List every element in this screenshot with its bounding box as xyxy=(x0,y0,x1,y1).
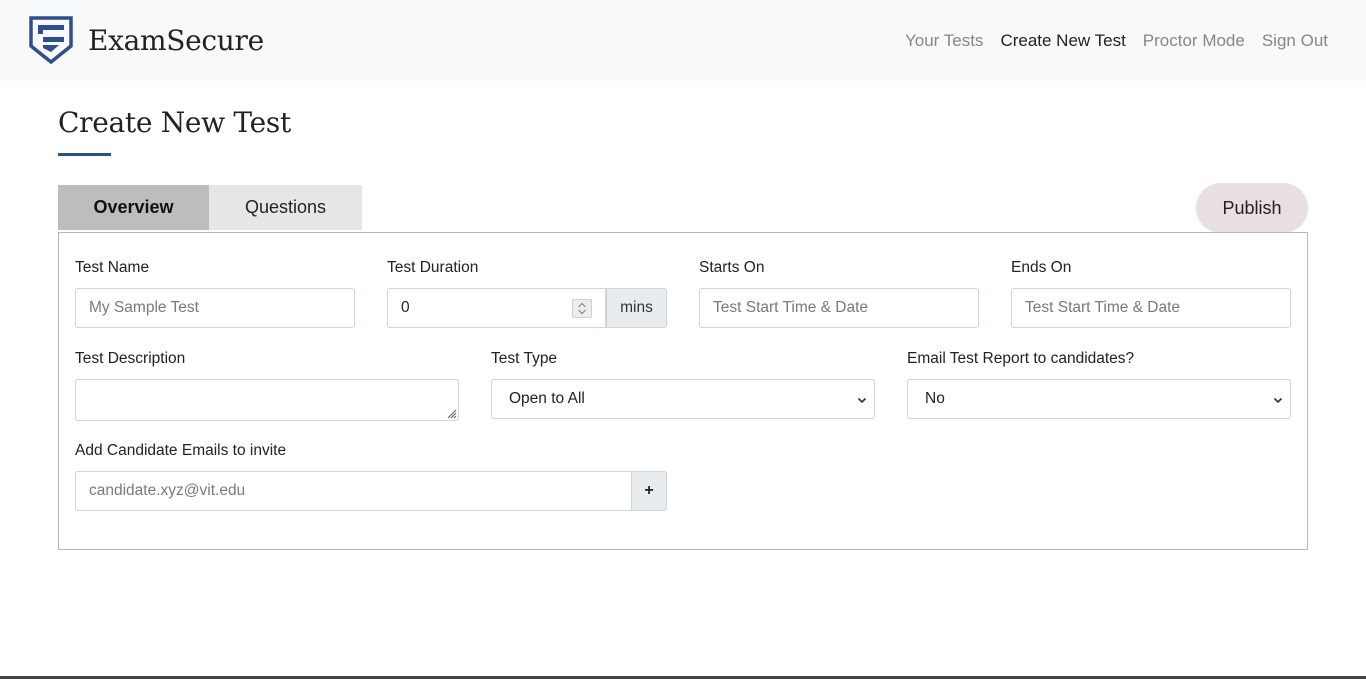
email-report-select[interactable]: No xyxy=(907,379,1291,419)
nav-link-sign-out[interactable]: Sign Out xyxy=(1262,31,1328,51)
page-title: Create New Test xyxy=(58,106,291,139)
test-type-label: Test Type xyxy=(491,350,558,367)
navbar: ExamSecure Your Tests Create New Test Pr… xyxy=(0,0,1366,81)
tab-questions[interactable]: Questions xyxy=(209,185,362,230)
starts-on-input[interactable]: Test Start Time & Date xyxy=(699,288,979,328)
test-description-textarea[interactable] xyxy=(75,379,459,421)
test-type-selected: Open to All xyxy=(509,390,585,407)
shield-logo-icon xyxy=(29,16,73,64)
test-name-input[interactable]: My Sample Test xyxy=(75,288,355,328)
spinner-arrows-icon xyxy=(578,302,586,315)
overview-panel: Test Name My Sample Test Test Duration 0… xyxy=(58,232,1308,550)
test-type-select[interactable]: Open to All xyxy=(491,379,875,419)
publish-button[interactable]: Publish xyxy=(1196,183,1308,233)
brand-name: ExamSecure xyxy=(88,23,264,57)
test-duration-label: Test Duration xyxy=(387,259,479,276)
title-underline xyxy=(58,153,111,156)
resize-handle-icon[interactable] xyxy=(445,407,457,419)
candidate-emails-label: Add Candidate Emails to invite xyxy=(75,442,287,459)
email-report-label: Email Test Report to candidates? xyxy=(907,350,1135,367)
test-duration-input[interactable]: 0 xyxy=(387,288,606,328)
test-name-placeholder: My Sample Test xyxy=(89,299,199,316)
chevron-down-icon xyxy=(857,397,867,404)
ends-on-label: Ends On xyxy=(1011,259,1072,276)
nav-link-your-tests[interactable]: Your Tests xyxy=(905,31,983,51)
nav-links: Your Tests Create New Test Proctor Mode … xyxy=(888,31,1328,51)
candidate-email-placeholder: candidate.xyz@vit.edu xyxy=(89,482,246,499)
email-report-selected: No xyxy=(925,390,945,407)
brand[interactable]: ExamSecure xyxy=(29,16,264,64)
starts-on-placeholder: Test Start Time & Date xyxy=(713,299,869,316)
duration-spinner[interactable] xyxy=(572,299,592,318)
ends-on-placeholder: Test Start Time & Date xyxy=(1025,299,1181,316)
tab-overview[interactable]: Overview xyxy=(58,185,209,230)
duration-unit-addon: mins xyxy=(606,288,667,328)
test-name-label: Test Name xyxy=(75,259,150,276)
add-candidate-button[interactable]: + xyxy=(631,471,667,511)
nav-link-proctor-mode[interactable]: Proctor Mode xyxy=(1143,31,1245,51)
chevron-down-icon xyxy=(1273,397,1283,404)
test-duration-value: 0 xyxy=(401,299,410,316)
ends-on-input[interactable]: Test Start Time & Date xyxy=(1011,288,1291,328)
candidate-email-input[interactable]: candidate.xyz@vit.edu xyxy=(75,471,632,511)
starts-on-label: Starts On xyxy=(699,259,765,276)
test-description-label: Test Description xyxy=(75,350,186,367)
nav-link-create-new-test[interactable]: Create New Test xyxy=(1000,31,1125,51)
